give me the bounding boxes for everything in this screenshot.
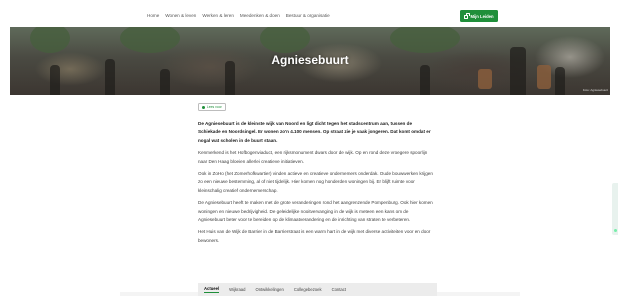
tab-ontwikkelingen[interactable]: Ontwikkelingen (255, 287, 283, 292)
nav-link-bestuur-organisatie[interactable]: Bestuur & organisatie (286, 13, 330, 18)
tab-contact[interactable]: Contact (332, 287, 346, 292)
paragraph-pompenburg: De Agniesebuurt heeft te maken met de gr… (198, 200, 433, 223)
feedback-indicator-icon (614, 229, 617, 232)
hero-banner: Agniesebuurt Foto: Agniesebuurt (10, 27, 610, 95)
hero-tree (120, 27, 180, 53)
hero-person (50, 65, 60, 95)
hero-barrel (537, 65, 551, 89)
nav-link-werken-leren[interactable]: Werken & leren (202, 13, 234, 18)
hero-barrel (478, 69, 492, 89)
nav-link-wonen-leven[interactable]: Wonen & leven (165, 13, 196, 18)
hero-person (420, 65, 430, 95)
top-navigation: Home Wonen & leven Werken & leren Meeden… (0, 0, 618, 27)
main-menu: Home Wonen & leven Werken & leren Meeden… (147, 13, 330, 18)
intro-paragraph: De Agniesebuurt is de kleinste wijk van … (198, 121, 431, 143)
lock-icon (464, 12, 470, 19)
content-tabs: Actueel Wijkraad Ontwikkelingen Collegeb… (198, 283, 437, 296)
hero-person (555, 67, 565, 95)
paragraph-hofbogen: Kenmerkend is het Hofbogenviaduct, een r… (198, 150, 428, 164)
photo-credit: Foto: Agniesebuurt (582, 88, 608, 92)
hero-tree (390, 27, 460, 53)
feedback-side-tab[interactable] (612, 183, 618, 235)
speaker-icon (202, 105, 206, 109)
page-title: Agniesebuurt (271, 53, 349, 67)
hero-tree (30, 27, 70, 53)
read-aloud-button[interactable]: Lees voor (198, 103, 226, 112)
hero-tree (260, 27, 310, 53)
nav-link-home[interactable]: Home (147, 13, 159, 18)
mijn-leiden-label: Mijn Leiden (470, 13, 494, 19)
tab-actueel[interactable]: Actueel (204, 286, 220, 293)
tab-wijkraad[interactable]: Wijkraad (229, 287, 245, 292)
main-content: Lees voor De Agniesebuurt is de kleinste… (198, 96, 434, 245)
mijn-leiden-button[interactable]: Mijn Leiden (460, 10, 498, 22)
hero-person (160, 69, 170, 95)
tab-collegebezoek[interactable]: Collegebezoek (294, 287, 322, 292)
paragraph-huis-van-de-wijk: Het Huis van de Wijk de Barrier in de Ba… (198, 229, 431, 243)
read-aloud-label: Lees voor (206, 105, 222, 110)
paragraph-zoho: Ook in ZoHo (het Zomerhofkwartier) vinde… (198, 171, 433, 193)
nav-link-meedenken-doen[interactable]: Meedenken & doen (240, 13, 280, 18)
